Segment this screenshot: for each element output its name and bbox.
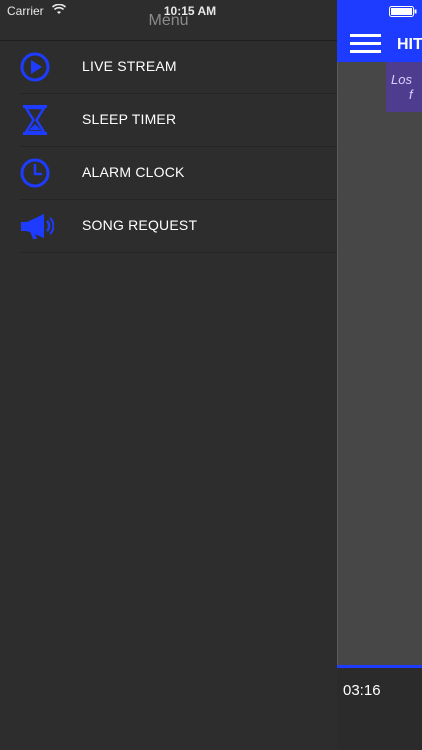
hourglass-icon (23, 105, 47, 135)
ad-text-line: f (409, 87, 413, 102)
side-menu: Menu LIVE STREAM SLEEP TIMER ALARM CLOCK… (0, 0, 337, 750)
status-time: 10:15 AM (163, 4, 217, 18)
content-area (337, 62, 422, 666)
ad-text: Los f (391, 72, 413, 102)
clock-icon (20, 158, 50, 188)
menu-item-label: SLEEP TIMER (82, 111, 177, 127)
ad-text-line: Los (391, 72, 412, 87)
ad-banner[interactable]: Los f (386, 62, 422, 112)
nav-title: HIT (397, 36, 422, 53)
menu-item-alarm-clock[interactable]: ALARM CLOCK (20, 147, 337, 200)
menu-item-label: SONG REQUEST (82, 217, 198, 233)
elapsed-time: 03:16 (343, 682, 381, 699)
hamburger-menu-icon[interactable] (350, 34, 381, 54)
menu-item-label: ALARM CLOCK (82, 164, 185, 180)
play-circle-icon (20, 52, 50, 82)
battery-icon (389, 6, 417, 17)
menu-item-song-request[interactable]: SONG REQUEST (20, 200, 337, 253)
menu-list: LIVE STREAM SLEEP TIMER ALARM CLOCK SONG… (0, 41, 337, 253)
player-bar: 03:16 (337, 668, 422, 750)
main-content: HIT Los f 03:16 (337, 0, 422, 750)
menu-item-sleep-timer[interactable]: SLEEP TIMER (20, 94, 337, 147)
menu-item-label: LIVE STREAM (82, 58, 177, 74)
menu-item-live-stream[interactable]: LIVE STREAM (20, 41, 337, 94)
status-bar: Carrier 10:15 AM (0, 0, 422, 22)
megaphone-icon (21, 214, 54, 239)
